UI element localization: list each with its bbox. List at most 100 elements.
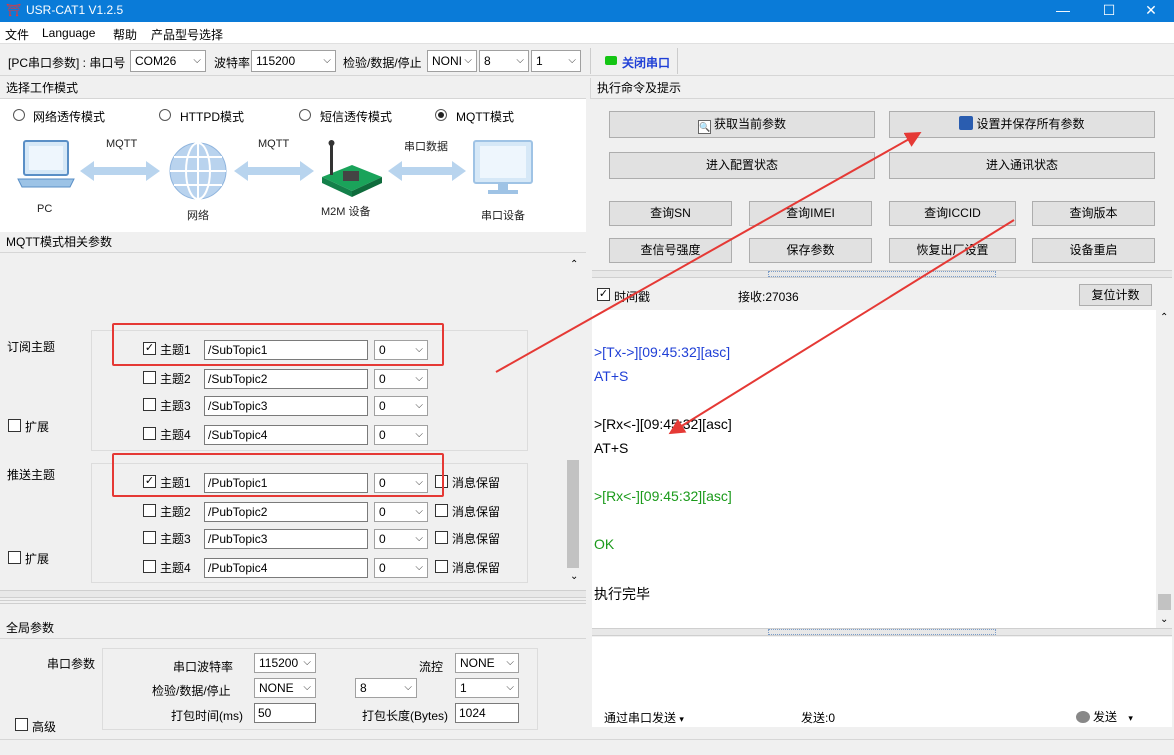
timestamp-checkbox[interactable]: ✓ (597, 288, 610, 301)
global-stopbits-value: 1 (460, 681, 467, 695)
global-stopbits-select[interactable]: 1 ⌵ (455, 678, 519, 698)
global-databits-value: 8 (360, 681, 367, 695)
pub-topic2-checkbox[interactable] (143, 504, 156, 517)
minimize-button[interactable]: — (1040, 0, 1086, 22)
send-input-area[interactable] (592, 637, 1172, 705)
pub-topic4-qos-select[interactable]: 0 ⌵ (374, 558, 428, 578)
scrollbar-thumb[interactable] (567, 460, 579, 568)
pub-topic4-input[interactable]: /PubTopic4 (204, 558, 368, 578)
save-params-button[interactable]: 保存参数 (749, 238, 872, 263)
log-line: >[Rx<-][09:45:32][asc] (594, 488, 732, 504)
save-all-params-button[interactable]: 设置并保存所有参数 (889, 111, 1155, 138)
scrollbar-thumb[interactable] (1158, 594, 1171, 610)
scroll-down-icon[interactable]: ⌄ (570, 571, 578, 582)
databits-select[interactable]: 8 ⌵ (479, 50, 529, 72)
sub-topic2-checkbox[interactable] (143, 371, 156, 384)
radio-sms[interactable] (299, 109, 311, 121)
mqtt-params-scrollbar[interactable]: ⌃ ⌄ (566, 253, 586, 588)
get-params-button[interactable]: 🔍 获取当前参数 (609, 111, 875, 138)
maximize-button[interactable]: ☐ (1086, 0, 1132, 22)
pub-topic4-retain-checkbox[interactable] (435, 560, 448, 573)
menu-product-model[interactable]: 产品型号选择 (151, 26, 223, 43)
advanced-checkbox[interactable] (15, 718, 28, 731)
stopbits-select[interactable]: 1 ⌵ (531, 50, 581, 72)
left-splitter[interactable] (0, 590, 586, 598)
log-area[interactable]: >[Tx->][09:45:32][asc] AT+S >[Rx<-][09:4… (592, 310, 1156, 628)
pub-topic3-checkbox[interactable] (143, 531, 156, 544)
sub-topic3-input[interactable]: /SubTopic3 (204, 396, 368, 416)
menu-language[interactable]: Language (42, 26, 95, 40)
status-led-icon (605, 56, 617, 65)
chevron-down-icon: ⌵ (516, 55, 524, 66)
right-top-splitter[interactable] (592, 270, 1172, 278)
flow-select[interactable]: NONE ⌵ (455, 653, 519, 673)
pub-expand-checkbox[interactable] (8, 551, 21, 564)
qos-value: 0 (379, 532, 386, 546)
get-params-label: 获取当前参数 (713, 117, 786, 131)
scroll-up-icon[interactable]: ⌃ (1160, 312, 1168, 323)
global-baud-select[interactable]: 115200 ⌵ (254, 653, 316, 673)
global-baud-value: 115200 (259, 656, 299, 670)
port-select[interactable]: COM26 ⌵ (130, 50, 206, 72)
log-scrollbar[interactable]: ⌃ ⌄ (1156, 310, 1174, 628)
qos-value: 0 (379, 428, 386, 442)
send-button[interactable]: 发送 ▾ (1076, 708, 1133, 725)
pack-time-input[interactable]: 50 (254, 703, 316, 723)
splitter-grip[interactable] (768, 629, 996, 635)
reset-count-button[interactable]: 复位计数 (1079, 284, 1152, 306)
baud-select[interactable]: 115200 ⌵ (251, 50, 336, 72)
pub-topic2-label: 主题2 (160, 505, 191, 519)
save-all-label: 设置并保存所有参数 (976, 117, 1085, 131)
right-bottom-splitter[interactable] (592, 628, 1172, 636)
query-sn-button[interactable]: 查询SN (609, 201, 732, 226)
factory-reset-button[interactable]: 恢复出厂设置 (889, 238, 1016, 263)
query-version-button[interactable]: 查询版本 (1032, 201, 1155, 226)
global-databits-select[interactable]: 8 ⌵ (355, 678, 417, 698)
query-imei-button[interactable]: 查询IMEI (749, 201, 872, 226)
menu-help[interactable]: 帮助 (113, 26, 137, 43)
close-port-button[interactable]: 关闭串口 (590, 48, 678, 74)
chevron-down-icon: ⌵ (415, 562, 423, 573)
pub-topic2-input[interactable]: /PubTopic2 (204, 502, 368, 522)
close-button[interactable]: ✕ (1128, 0, 1174, 22)
radio-httpd[interactable] (159, 109, 171, 121)
radio-mqtt[interactable] (435, 109, 447, 121)
pub-topic2-retain-checkbox[interactable] (435, 504, 448, 517)
sub-topic4-checkbox[interactable] (143, 427, 156, 440)
sub-topic4-qos-select[interactable]: 0 ⌵ (374, 425, 428, 445)
sub-expand-checkbox[interactable] (8, 419, 21, 432)
sub-topic4-input[interactable]: /SubTopic4 (204, 425, 368, 445)
send-via-select[interactable]: 通过串口发送 ▾ (604, 709, 684, 726)
check-label: 检验/数据/停止 (343, 56, 422, 70)
radio-net-transparent[interactable] (13, 109, 25, 121)
diagram-serial-data-label: 串口数据 (404, 141, 448, 153)
sub-topic3-qos-select[interactable]: 0 ⌵ (374, 396, 428, 416)
pub-topic3-qos-select[interactable]: 0 ⌵ (374, 529, 428, 549)
pub-topic2-qos-select[interactable]: 0 ⌵ (374, 502, 428, 522)
enter-config-button[interactable]: 进入配置状态 (609, 152, 875, 179)
device-restart-button[interactable]: 设备重启 (1032, 238, 1155, 263)
pc-icon (17, 140, 75, 188)
query-signal-button[interactable]: 查信号强度 (609, 238, 732, 263)
parity-select[interactable]: NONI ⌵ (427, 50, 477, 72)
global-parity-select[interactable]: NONE ⌵ (254, 678, 316, 698)
sub-topic2-input[interactable]: /SubTopic2 (204, 369, 368, 389)
pack-len-input[interactable]: 1024 (455, 703, 519, 723)
sub-topic2-qos-select[interactable]: 0 ⌵ (374, 369, 428, 389)
menu-bar: 文件 Language 帮助 产品型号选择 (0, 22, 1174, 44)
publish-label: 推送主题 (7, 468, 56, 482)
scroll-down-icon[interactable]: ⌄ (1160, 614, 1168, 625)
send-label: 发送 (1093, 710, 1118, 724)
pub-topic3-input[interactable]: /PubTopic3 (204, 529, 368, 549)
chevron-down-icon: ⌵ (415, 373, 423, 384)
query-iccid-button[interactable]: 查询ICCID (889, 201, 1016, 226)
menu-file[interactable]: 文件 (5, 26, 29, 43)
enter-comm-button[interactable]: 进入通讯状态 (889, 152, 1155, 179)
sub-topic3-checkbox[interactable] (143, 398, 156, 411)
dropdown-arrow-icon: ▾ (679, 714, 684, 724)
splitter-grip[interactable] (768, 271, 996, 277)
pub-topic3-retain-checkbox[interactable] (435, 531, 448, 544)
pub-topic4-checkbox[interactable] (143, 560, 156, 573)
scroll-up-icon[interactable]: ⌃ (570, 259, 578, 270)
mode-httpd-label: HTTPD模式 (180, 110, 244, 124)
